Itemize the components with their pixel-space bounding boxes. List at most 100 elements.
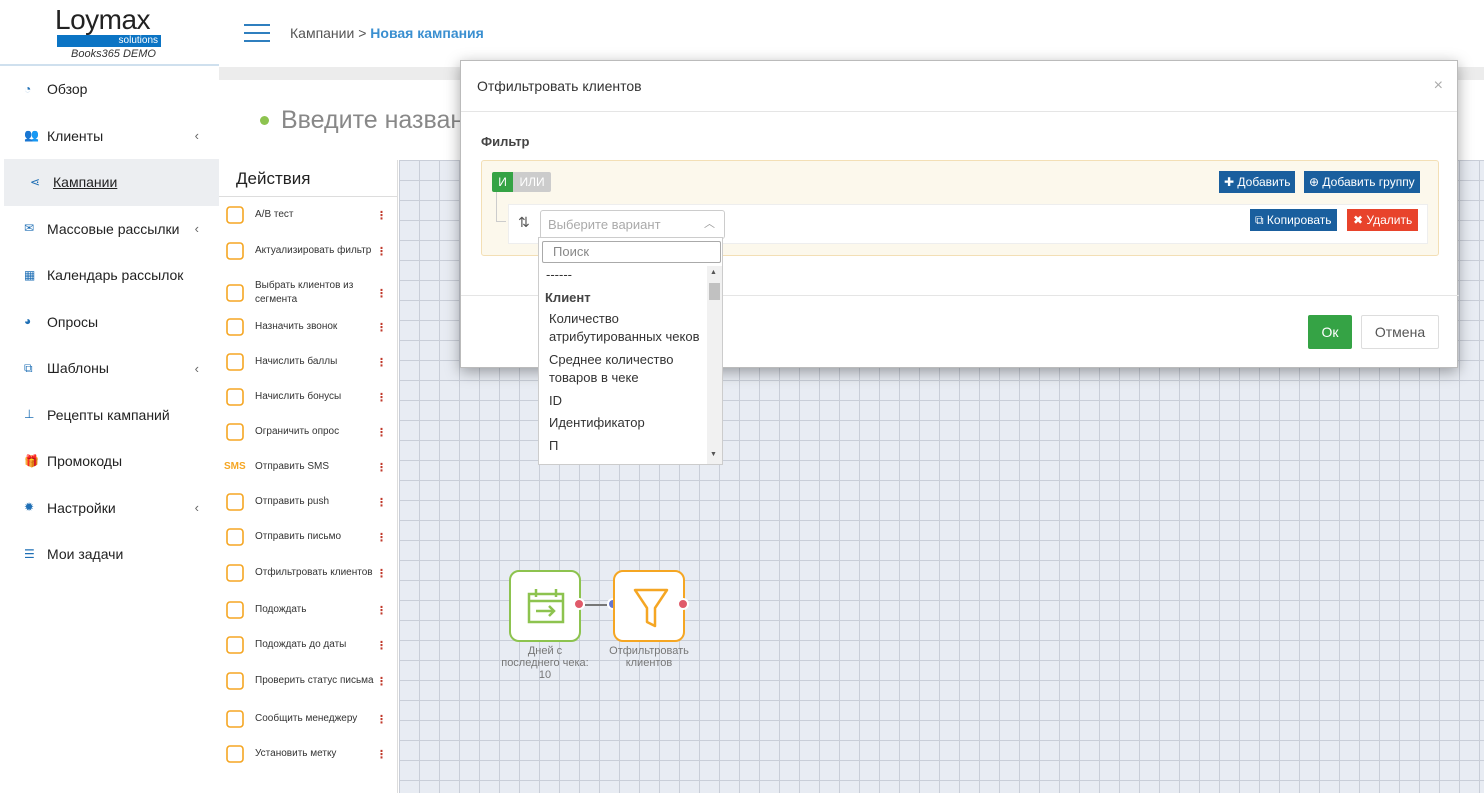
dropdown-option[interactable]: Идентификатор bbox=[539, 414, 707, 433]
sidebar-item-3[interactable]: ✉ Массовые рассылки ‹ bbox=[0, 206, 219, 253]
action-item[interactable]: Назначить звонок ⋮ bbox=[219, 316, 398, 338]
and-button[interactable]: И bbox=[492, 172, 513, 192]
dropdown-option[interactable]: П bbox=[539, 437, 707, 456]
action-menu-icon[interactable]: ⋮ bbox=[376, 321, 387, 334]
dropdown-option-empty[interactable]: ------ bbox=[539, 266, 707, 285]
node-filter-clients[interactable] bbox=[613, 570, 685, 642]
action-menu-icon[interactable]: ⋮ bbox=[376, 287, 387, 300]
cancel-button[interactable]: Отмена bbox=[1361, 315, 1439, 349]
plus-circle-icon: ⊕ bbox=[1309, 175, 1320, 189]
action-item[interactable]: Выбрать клиентов из сегмента ⋮ bbox=[219, 279, 398, 307]
action-item[interactable]: Ограничить опрос ⋮ bbox=[219, 421, 398, 443]
sidebar-item-10[interactable]: ☰ Мои задачи bbox=[0, 531, 219, 578]
action-menu-icon[interactable]: ⋮ bbox=[376, 245, 387, 258]
sidebar-item-9[interactable]: ✹ Настройки ‹ bbox=[0, 485, 219, 532]
scroll-down-icon[interactable]: ▼ bbox=[710, 451, 717, 458]
action-label: Отправить push bbox=[255, 496, 330, 507]
dropdown-search-input[interactable]: Поиск bbox=[542, 241, 721, 263]
action-item[interactable]: Проверить статус письма ⋮ bbox=[219, 670, 398, 692]
action-label: A/B тест bbox=[255, 209, 294, 220]
action-menu-icon[interactable]: ⋮ bbox=[376, 748, 387, 761]
breadcrumb: Кампании > Новая кампания bbox=[290, 25, 484, 41]
action-menu-icon[interactable]: ⋮ bbox=[376, 209, 387, 222]
action-menu-icon[interactable]: ⋮ bbox=[376, 496, 387, 509]
gift-icon: 🎁 bbox=[24, 453, 39, 468]
action-menu-icon[interactable]: ⋮ bbox=[376, 356, 387, 369]
action-menu-icon[interactable]: ⋮ bbox=[376, 567, 387, 580]
sidebar-item-6[interactable]: ⧉ Шаблоны ‹ bbox=[0, 345, 219, 392]
sidebar-item-5[interactable]: ◕ Опросы bbox=[0, 299, 219, 346]
sidebar-item-1[interactable]: 👥 Клиенты ‹ bbox=[0, 113, 219, 160]
action-item[interactable]: Начислить баллы ⋮ bbox=[219, 351, 398, 373]
sidebar-item-8[interactable]: 🎁 Промокоды bbox=[0, 438, 219, 485]
action-item[interactable]: Отправить push ⋮ bbox=[219, 491, 398, 513]
sidebar-item-label: Шаблоны bbox=[47, 360, 109, 377]
actions-panel: Действия A/B тест ⋮ Актуализировать фильтр… bbox=[219, 160, 398, 793]
sidebar: Loymax solutions Books365 DEMO ◔ Обзор 👥 Кл… bbox=[0, 0, 219, 793]
calendar-clock-icon bbox=[224, 634, 246, 656]
action-menu-icon[interactable]: ⋮ bbox=[376, 426, 387, 439]
action-menu-icon[interactable]: ⋮ bbox=[376, 639, 387, 652]
tasks-icon: ☰ bbox=[24, 546, 35, 561]
action-item[interactable]: Установить метку ⋮ bbox=[219, 743, 398, 765]
or-button[interactable]: ИЛИ bbox=[513, 172, 551, 192]
delete-rule-button[interactable]: ✖ Удалить bbox=[1347, 209, 1419, 231]
refresh-filter-icon bbox=[224, 240, 246, 262]
ok-button[interactable]: Ок bbox=[1308, 315, 1352, 349]
action-menu-icon[interactable]: ⋮ bbox=[376, 604, 387, 617]
hamburger-menu-icon[interactable] bbox=[244, 24, 270, 42]
field-dropdown: Поиск ------ Клиент Количество атрибутир… bbox=[538, 237, 723, 465]
chevron-left-icon[interactable]: ‹ bbox=[195, 221, 199, 236]
filter-label: Фильтр bbox=[481, 134, 530, 149]
action-item[interactable]: Начислить бонусы ⋮ bbox=[219, 386, 398, 408]
campaign-name-input[interactable]: Введите назван bbox=[281, 106, 464, 135]
scroll-thumb[interactable] bbox=[709, 283, 720, 300]
field-select[interactable]: Выберите вариант ︿ bbox=[540, 210, 725, 239]
breadcrumb-campaigns[interactable]: Кампании bbox=[290, 25, 354, 41]
dropdown-option[interactable]: Среднее количество товаров в чеке bbox=[539, 351, 707, 388]
action-item[interactable]: Подождать до даты ⋮ bbox=[219, 634, 398, 656]
gift-icon bbox=[224, 386, 246, 408]
add-group-button[interactable]: ⊕ Добавить группу bbox=[1304, 171, 1420, 193]
dropdown-option[interactable]: ID bbox=[539, 392, 707, 411]
action-item[interactable]: Подождать ⋮ bbox=[219, 599, 398, 621]
sidebar-item-2[interactable]: ⋖ Кампании bbox=[4, 159, 219, 206]
action-item[interactable]: A/B тест ⋮ bbox=[219, 204, 398, 226]
output-port[interactable] bbox=[573, 598, 585, 610]
sidebar-item-0[interactable]: ◔ Обзор bbox=[0, 66, 219, 113]
logo[interactable]: Loymax solutions Books365 DEMO bbox=[0, 0, 219, 66]
action-item[interactable]: Отфильтровать клиентов ⋮ bbox=[219, 562, 398, 584]
logo-bar: solutions bbox=[57, 35, 161, 47]
sms-icon: SMS bbox=[224, 461, 246, 472]
actions-title: Действия bbox=[219, 160, 397, 197]
close-icon[interactable]: × bbox=[1434, 61, 1443, 111]
action-item[interactable]: Отправить письмо ⋮ bbox=[219, 526, 398, 548]
chevron-left-icon[interactable]: ‹ bbox=[195, 361, 199, 376]
action-menu-icon[interactable]: ⋮ bbox=[376, 391, 387, 404]
chevron-left-icon[interactable]: ‹ bbox=[195, 500, 199, 515]
sort-icon[interactable]: ⇅ bbox=[518, 214, 530, 231]
chevron-left-icon[interactable]: ‹ bbox=[195, 128, 199, 143]
node-days-since-last-check[interactable] bbox=[509, 570, 581, 642]
scroll-up-icon[interactable]: ▲ bbox=[710, 269, 717, 276]
action-menu-icon[interactable]: ⋮ bbox=[376, 461, 387, 474]
add-rule-button[interactable]: ✚ Добавить bbox=[1219, 171, 1296, 193]
action-menu-icon[interactable]: ⋮ bbox=[376, 675, 387, 688]
action-menu-icon[interactable]: ⋮ bbox=[376, 713, 387, 726]
sidebar-item-label: Опросы bbox=[47, 313, 99, 330]
dropdown-scrollbar[interactable]: ▲ ▼ bbox=[707, 266, 722, 464]
copy-rule-button[interactable]: ⧉ Копировать bbox=[1250, 209, 1337, 231]
action-label: Отфильтровать клиентов bbox=[255, 567, 373, 578]
action-label: Актуализировать фильтр bbox=[255, 245, 372, 256]
action-menu-icon[interactable]: ⋮ bbox=[376, 531, 387, 544]
action-item[interactable]: Сообщить менеджеру ⋮ bbox=[219, 708, 398, 730]
action-item[interactable]: SMS Отправить SMS ⋮ bbox=[219, 456, 398, 478]
dropdown-option[interactable]: Количество атрибутированных чеков bbox=[539, 310, 707, 347]
output-port[interactable] bbox=[677, 598, 689, 610]
action-item[interactable]: Актуализировать фильтр ⋮ bbox=[219, 240, 398, 262]
pie-chart-icon: ◕ bbox=[24, 314, 32, 329]
action-label: Подождать bbox=[255, 604, 307, 615]
sidebar-item-4[interactable]: ▦ Календарь рассылок bbox=[0, 252, 219, 299]
dropdown-options: ------ Клиент Количество атрибутированны… bbox=[539, 266, 707, 459]
sidebar-item-7[interactable]: ⊥ Рецепты кампаний bbox=[0, 392, 219, 439]
